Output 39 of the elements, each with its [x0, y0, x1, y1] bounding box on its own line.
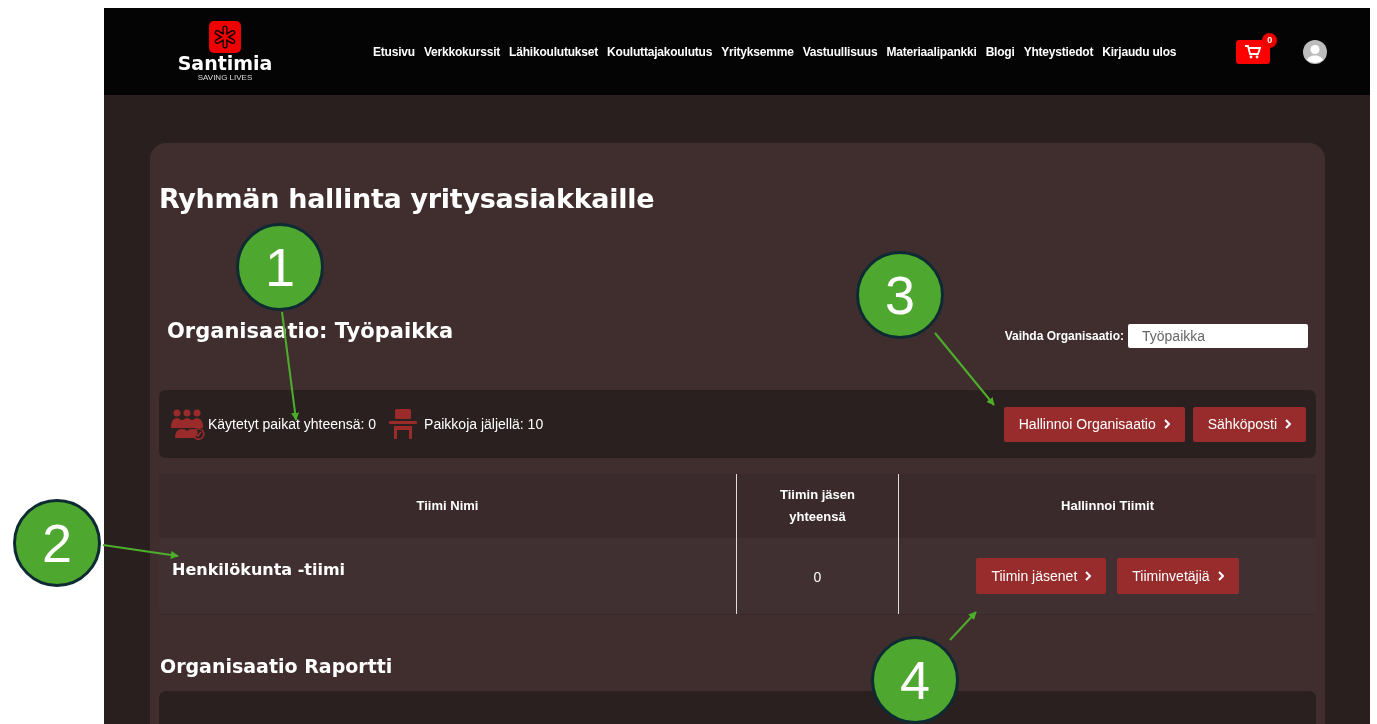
- report-heading: Organisaatio Raportti: [160, 655, 394, 677]
- stat-text: Paikkoja jäljellä: 10: [424, 416, 544, 432]
- member-count-cell: 0: [813, 569, 822, 585]
- switch-organization-label: Vaihda Organisaatio:: [1004, 329, 1124, 343]
- column-header: Tiimi Nimi: [416, 497, 479, 515]
- callout-number: 2: [13, 499, 101, 587]
- nav-link[interactable]: Kirjaudu ulos: [1102, 44, 1177, 59]
- annotation-arrow: [949, 611, 977, 641]
- chevron-right-icon: [1285, 419, 1291, 429]
- nav-link[interactable]: Kouluttajakoulutus: [607, 44, 713, 59]
- action-button[interactable]: Sähköposti: [1192, 406, 1306, 442]
- nav-link[interactable]: Yrityksemme: [721, 44, 794, 59]
- avatar-icon[interactable]: [1303, 39, 1328, 64]
- column-header: Hallinnoi Tiimit: [1061, 497, 1154, 515]
- nav-link[interactable]: Verkkokurssit: [423, 44, 501, 59]
- nav-link[interactable]: Blogi: [985, 44, 1015, 59]
- cart-button[interactable]: [1236, 39, 1271, 64]
- nav-link[interactable]: Yhteystiedot: [1023, 44, 1094, 59]
- team-action-button[interactable]: Tiiminvetäjiä: [1117, 558, 1239, 594]
- page-title: Ryhmän hallinta yritysasiakkaille: [159, 183, 656, 214]
- chevron-right-icon: [1085, 571, 1092, 581]
- nav-link[interactable]: Materiaalipankki: [886, 44, 977, 59]
- chevron-right-icon: [1217, 571, 1224, 581]
- nav-link[interactable]: Vastuullisuus: [802, 44, 878, 59]
- nav-link[interactable]: Etusivu: [373, 44, 415, 59]
- organization-field[interactable]: Työpaikka: [1128, 324, 1308, 348]
- action-button[interactable]: Hallinnoi Organisaatio: [1003, 406, 1185, 442]
- chevron-right-icon: [1163, 419, 1170, 429]
- people-icon: [169, 408, 205, 440]
- column-header: Tiimin jäsen yhteensä: [779, 486, 856, 526]
- nav-link[interactable]: Lähikoulutukset: [509, 44, 599, 59]
- team-action-button[interactable]: Tiimin jäsenet: [976, 558, 1107, 594]
- logo-text[interactable]: Santimia: [177, 53, 273, 73]
- logo-tagline: SAVING LIVES: [197, 73, 253, 82]
- cart-icon: [1245, 44, 1262, 59]
- team-name-cell: Henkilökunta -tiimi: [172, 559, 346, 579]
- cart-count-badge: 0: [1262, 32, 1278, 48]
- logo-icon: [209, 21, 241, 53]
- stat-text: Käytetyt paikat yhteensä: 0: [208, 416, 377, 432]
